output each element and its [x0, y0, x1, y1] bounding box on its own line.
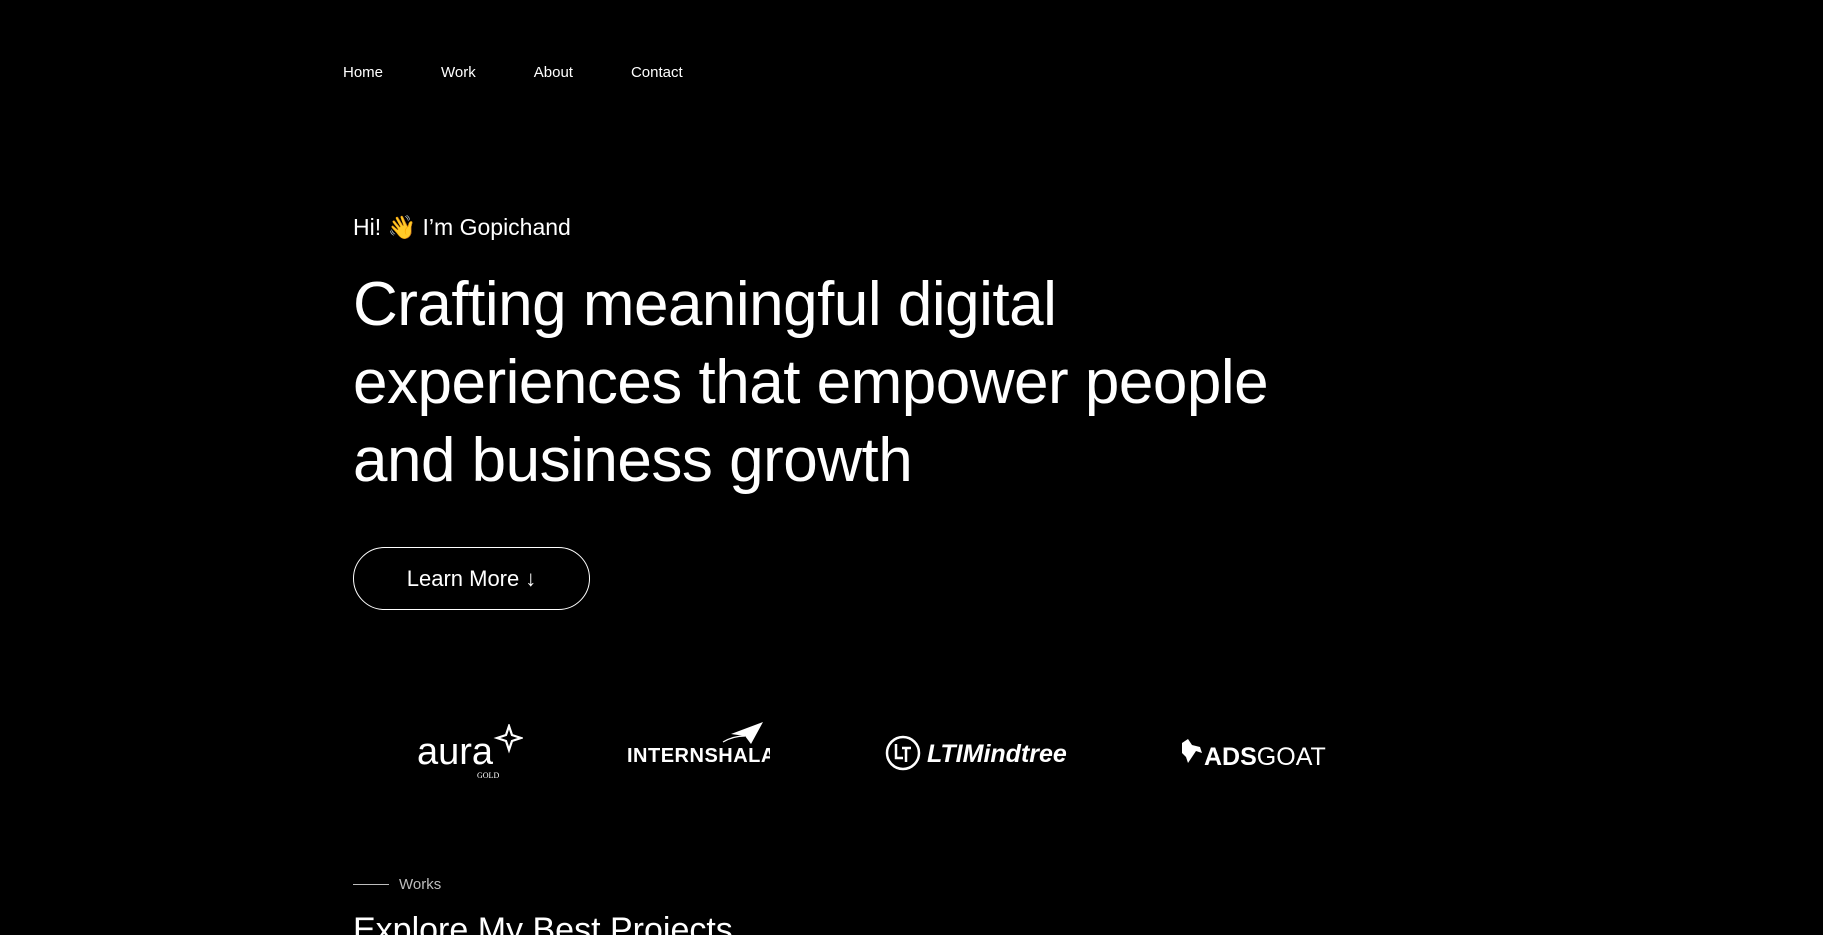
learn-more-label: Learn More — [406, 565, 520, 591]
aura-logo-word: aura — [417, 731, 494, 773]
works-section-title: Explore My Best Projects — [353, 911, 733, 935]
portfolio-page: Home Work About Contact Hi! 👋 I’m Gopich… — [0, 0, 1823, 935]
svg-text:ADSGOAT: ADSGOAT — [1204, 743, 1326, 769]
hero-greeting: Hi! 👋 I’m Gopichand — [353, 214, 571, 241]
adsgoat-logo-bold: ADS — [1204, 743, 1257, 769]
headline-line-2: experiences that empower people — [353, 348, 1269, 417]
works-label-text: Works — [399, 876, 442, 893]
paper-plane-icon — [731, 722, 763, 744]
internshala-logo: INTERNSHALA — [627, 722, 770, 764]
aura-gold-logo-mark: aura GOLD — [417, 724, 523, 780]
nav-about-link[interactable]: About — [534, 64, 573, 81]
adsgoat-logo-light: GOAT — [1257, 743, 1326, 769]
nav-contact-link[interactable]: Contact — [631, 64, 683, 81]
greeting-name: I’m Gopichand — [422, 214, 571, 240]
aura-gold-logo: aura GOLD — [417, 724, 523, 780]
headline-line-3: and business growth — [353, 426, 913, 495]
lt-emblem-icon — [885, 735, 921, 771]
sparkle-icon — [493, 724, 523, 754]
adsgoat-logo: ADSGOAT — [1180, 739, 1328, 769]
adsgoat-logo-mark: ADSGOAT — [1182, 739, 1326, 769]
internshala-logo-mark: INTERNSHALA — [627, 722, 770, 764]
learn-more-button[interactable]: Learn More ↓ — [353, 547, 590, 610]
ltimindtree-logo-word: LTIMindtree — [927, 740, 1067, 768]
ltimindtree-logo: LTIMindtree — [885, 734, 1067, 772]
hero-headline: Crafting meaningful digital experiences … — [353, 266, 1269, 500]
internshala-logo-word: INTERNSHALA — [627, 745, 770, 764]
nav-home-link[interactable]: Home — [343, 64, 383, 81]
aura-logo-sub: GOLD — [477, 771, 499, 780]
ltimindtree-logo-mark: LTIMindtree — [885, 735, 1067, 771]
goat-icon — [1182, 739, 1202, 763]
label-rule — [353, 884, 389, 885]
greeting-prefix: Hi! — [353, 214, 382, 240]
waving-hand-icon: 👋 — [387, 215, 417, 241]
arrow-down-icon: ↓ — [525, 565, 537, 591]
nav-work-link[interactable]: Work — [441, 64, 476, 81]
top-nav: Home Work About Contact — [343, 64, 683, 81]
headline-line-1: Crafting meaningful digital — [353, 270, 1057, 339]
works-section-label: Works — [353, 876, 441, 893]
